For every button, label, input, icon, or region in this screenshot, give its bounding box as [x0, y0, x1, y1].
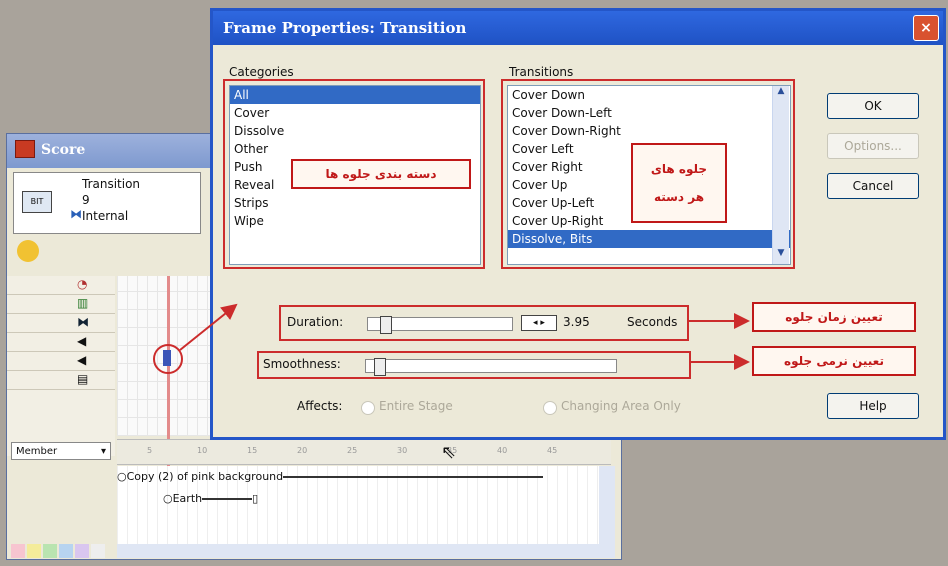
annotation-arrows	[179, 303, 750, 370]
arrow-to-duration	[179, 303, 238, 351]
